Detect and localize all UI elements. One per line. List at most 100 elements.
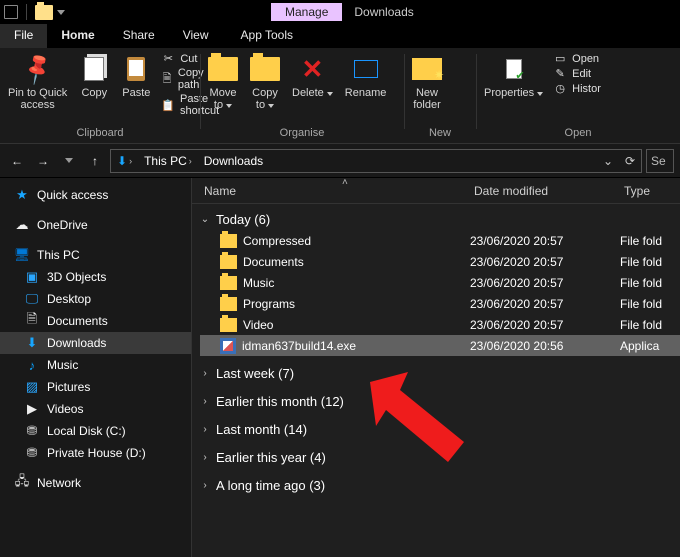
file-row[interactable]: Video23/06/2020 20:57File fold bbox=[200, 314, 680, 335]
edit-button[interactable]: ✎Edit bbox=[553, 67, 601, 80]
ribbon-tabs: File Home Share View App Tools bbox=[0, 24, 680, 48]
copy-button[interactable]: Copy bbox=[77, 52, 111, 101]
rename-icon bbox=[354, 60, 378, 78]
breadcrumb-this-pc[interactable]: This PC› bbox=[138, 154, 198, 168]
qat-folder-icon[interactable] bbox=[35, 5, 53, 20]
drive-icon: ⛃ bbox=[24, 445, 40, 461]
desktop-icon: 🖵 bbox=[24, 291, 40, 307]
chevron-right-icon: › bbox=[200, 452, 210, 463]
up-button[interactable]: ↑ bbox=[84, 150, 106, 172]
network-icon: 🖧 bbox=[14, 472, 30, 494]
file-name: Documents bbox=[243, 255, 304, 269]
chevron-right-icon: › bbox=[200, 480, 210, 491]
chevron-down-icon bbox=[65, 158, 73, 163]
file-type: File fold bbox=[620, 276, 680, 290]
group-header-last-month[interactable]: ›Last month (14) bbox=[200, 418, 680, 440]
file-row[interactable]: Documents23/06/2020 20:57File fold bbox=[200, 251, 680, 272]
copy-icon bbox=[84, 57, 104, 81]
group-header-last-week[interactable]: ›Last week (7) bbox=[200, 362, 680, 384]
search-input[interactable]: Se bbox=[646, 149, 674, 173]
file-row[interactable]: Programs23/06/2020 20:57File fold bbox=[200, 293, 680, 314]
move-to-button[interactable]: Move to bbox=[206, 52, 240, 113]
sidebar-documents[interactable]: 🗎Documents bbox=[0, 310, 191, 332]
file-row[interactable]: Compressed23/06/2020 20:57File fold bbox=[200, 230, 680, 251]
sidebar-network[interactable]: 🖧Network bbox=[0, 472, 191, 494]
sidebar-quick-access[interactable]: ★Quick access bbox=[0, 184, 191, 206]
sidebar-music[interactable]: ♪Music bbox=[0, 354, 191, 376]
cube-icon: ▣ bbox=[24, 269, 40, 285]
address-root-icon[interactable]: ⬇› bbox=[111, 154, 138, 168]
copy-path-icon: 🗎 bbox=[161, 70, 173, 89]
rename-button[interactable]: Rename bbox=[343, 52, 389, 101]
pictures-icon: ▨ bbox=[24, 379, 40, 395]
sidebar-downloads[interactable]: ⬇Downloads bbox=[0, 332, 191, 354]
sidebar-videos[interactable]: ▶Videos bbox=[0, 398, 191, 420]
star-icon: ★ bbox=[14, 187, 30, 203]
copy-to-icon bbox=[250, 57, 280, 81]
group-header-today[interactable]: ⌄ Today (6) bbox=[200, 208, 680, 230]
file-row[interactable]: idman637build14.exe23/06/2020 20:56Appli… bbox=[200, 335, 680, 356]
column-date-modified[interactable]: Date modified bbox=[462, 184, 612, 198]
edit-icon: ✎ bbox=[553, 67, 567, 80]
paste-button[interactable]: Paste bbox=[119, 52, 153, 101]
properties-button[interactable]: Properties bbox=[482, 52, 545, 101]
new-folder-button[interactable]: New folder bbox=[410, 52, 444, 113]
address-history-button[interactable]: ⌄ bbox=[597, 154, 619, 168]
paste-shortcut-icon: 📋 bbox=[161, 99, 175, 112]
column-headers[interactable]: ˄ Name Date modified Type bbox=[192, 178, 680, 204]
recent-locations-button[interactable] bbox=[58, 150, 80, 172]
address-bar[interactable]: ⬇› This PC› Downloads ⌄ ⟳ bbox=[110, 149, 642, 173]
qat-properties-icon[interactable] bbox=[4, 5, 18, 19]
nav-pane: ★Quick access ☁OneDrive 🖥This PC ▣3D Obj… bbox=[0, 178, 192, 557]
sidebar-this-pc[interactable]: 🖥This PC bbox=[0, 244, 191, 266]
quick-access-toolbar bbox=[4, 4, 65, 20]
sidebar-desktop[interactable]: 🖵Desktop bbox=[0, 288, 191, 310]
tab-home[interactable]: Home bbox=[47, 24, 108, 48]
breadcrumb-downloads[interactable]: Downloads bbox=[198, 154, 269, 168]
sidebar-private-house[interactable]: ⛃Private House (D:) bbox=[0, 442, 191, 464]
new-folder-icon bbox=[412, 58, 442, 80]
refresh-button[interactable]: ⟳ bbox=[619, 154, 641, 168]
videos-icon: ▶ bbox=[24, 401, 40, 417]
file-row[interactable]: Music23/06/2020 20:57File fold bbox=[200, 272, 680, 293]
tab-app-tools[interactable]: App Tools bbox=[227, 24, 307, 48]
column-name[interactable]: Name bbox=[192, 184, 462, 198]
group-header-long-time-ago[interactable]: ›A long time ago (3) bbox=[200, 474, 680, 496]
forward-button[interactable]: → bbox=[32, 150, 54, 172]
column-type[interactable]: Type bbox=[612, 184, 680, 198]
cloud-icon: ☁ bbox=[14, 217, 30, 233]
tab-view[interactable]: View bbox=[169, 24, 223, 48]
monitor-icon: 🖥 bbox=[14, 247, 30, 263]
folder-icon bbox=[220, 255, 237, 269]
group-header-earlier-this-year[interactable]: ›Earlier this year (4) bbox=[200, 446, 680, 468]
back-button[interactable]: ← bbox=[6, 150, 28, 172]
group-earlier-this-month: ›Earlier this month (12) bbox=[192, 386, 680, 414]
application-icon bbox=[220, 338, 236, 354]
sidebar-local-disk[interactable]: ⛃Local Disk (C:) bbox=[0, 420, 191, 442]
sidebar-onedrive[interactable]: ☁OneDrive bbox=[0, 214, 191, 236]
context-tab-manage[interactable]: Manage bbox=[271, 3, 342, 21]
tab-share[interactable]: Share bbox=[109, 24, 169, 48]
qat-dropdown-icon[interactable] bbox=[57, 10, 65, 15]
history-button[interactable]: ◷Histor bbox=[553, 82, 601, 95]
group-long-time-ago: ›A long time ago (3) bbox=[192, 470, 680, 498]
file-name: Compressed bbox=[243, 234, 311, 248]
pin-icon: 📌 bbox=[19, 51, 56, 88]
sidebar-pictures[interactable]: ▨Pictures bbox=[0, 376, 191, 398]
sidebar-3d-objects[interactable]: ▣3D Objects bbox=[0, 266, 191, 288]
file-date: 23/06/2020 20:57 bbox=[470, 276, 620, 290]
history-icon: ◷ bbox=[553, 82, 567, 95]
group-title-new: New bbox=[410, 127, 470, 141]
copy-to-button[interactable]: Copy to bbox=[248, 52, 282, 113]
group-title-organise: Organise bbox=[206, 127, 398, 141]
move-to-icon bbox=[208, 57, 238, 81]
pin-to-quick-access-button[interactable]: 📌 Pin to Quick access bbox=[6, 52, 69, 113]
file-name: Programs bbox=[243, 297, 295, 311]
group-header-earlier-this-month[interactable]: ›Earlier this month (12) bbox=[200, 390, 680, 412]
drive-icon: ⛃ bbox=[24, 423, 40, 439]
group-title-clipboard: Clipboard bbox=[6, 127, 194, 141]
delete-button[interactable]: ✕ Delete bbox=[290, 52, 335, 101]
tab-file[interactable]: File bbox=[0, 24, 47, 48]
paste-icon bbox=[127, 57, 145, 81]
open-button[interactable]: ▭Open bbox=[553, 52, 601, 65]
